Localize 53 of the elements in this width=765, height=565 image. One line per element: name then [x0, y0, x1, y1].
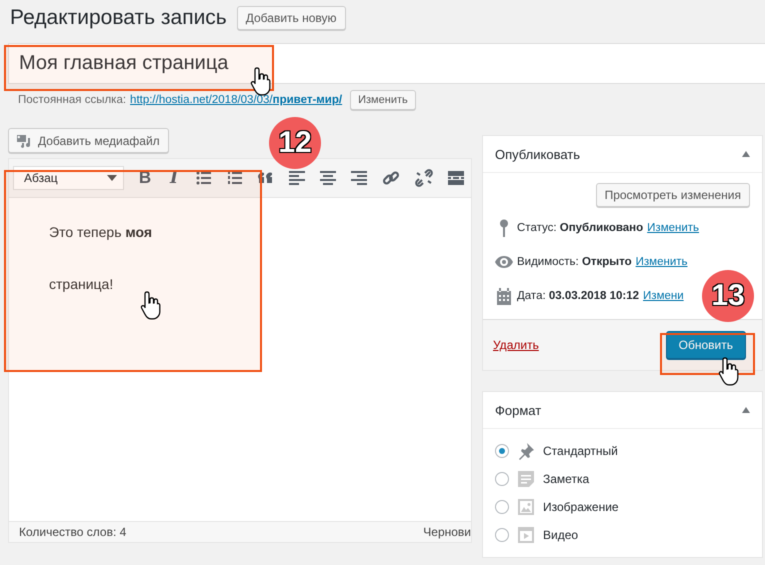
unlink-icon[interactable]: [415, 169, 433, 187]
date-text: Дата: 03.03.2018 10:12: [517, 290, 640, 302]
preview-changes-button[interactable]: Просмотреть изменения: [596, 183, 750, 207]
permalink-link[interactable]: http://hostia.net/2018/03/03/привет-мир/: [130, 94, 342, 106]
bold-button[interactable]: B: [138, 168, 152, 188]
pushpin-icon: [517, 442, 535, 460]
align-right-icon[interactable]: [351, 171, 367, 185]
title-field[interactable]: Моя главная страница: [8, 43, 765, 84]
panel-title: Формат: [495, 402, 542, 418]
image-icon: [517, 498, 535, 516]
edit-link[interactable]: Изменить: [636, 256, 688, 268]
radio-button[interactable]: [495, 500, 509, 514]
edit-link[interactable]: Изменить: [647, 222, 700, 234]
delete-link[interactable]: Удалить: [493, 338, 539, 352]
link-icon[interactable]: [382, 169, 400, 187]
eye-icon: [495, 256, 513, 268]
radio-button[interactable]: [495, 444, 509, 458]
calendar-icon: [495, 288, 513, 304]
read-more-icon[interactable]: [448, 171, 464, 185]
visibility-text: Видимость: Открыто: [517, 256, 632, 268]
quote-icon[interactable]: [258, 172, 274, 184]
edit-permalink-button[interactable]: Изменить: [350, 90, 416, 110]
align-left-icon[interactable]: [289, 171, 305, 185]
collapse-icon[interactable]: [742, 407, 750, 413]
permalink-label: Постоянная ссылка:: [18, 94, 126, 106]
page-heading: Редактировать запись: [10, 6, 227, 30]
numbered-list-icon[interactable]: [227, 171, 243, 185]
draft-status: Чернови: [423, 525, 471, 539]
format-option-label[interactable]: Стандартный: [543, 444, 618, 458]
note-icon: [517, 470, 535, 488]
radio-button[interactable]: [495, 528, 509, 542]
update-button[interactable]: Обновить: [666, 331, 746, 359]
post-content: Это теперь моя страница!: [49, 223, 154, 294]
pointer-cursor-icon: [250, 66, 272, 96]
add-media-button[interactable]: Добавить медиафайл: [8, 128, 169, 153]
format-option-label[interactable]: Заметка: [543, 472, 590, 486]
add-new-button[interactable]: Добавить новую: [236, 6, 346, 30]
paragraph-format-select[interactable]: Абзац: [13, 166, 124, 190]
format-option-label[interactable]: Видео: [543, 528, 578, 542]
media-icon: [17, 133, 33, 148]
edit-link[interactable]: Измени: [643, 290, 684, 302]
pointer-cursor-icon: [140, 290, 162, 320]
radio-button[interactable]: [495, 472, 509, 486]
video-icon: [517, 526, 535, 544]
align-center-icon[interactable]: [320, 171, 336, 185]
word-count: Количество слов: 4: [19, 525, 126, 539]
bullet-list-icon[interactable]: [196, 171, 212, 185]
panel-title: Опубликовать: [495, 146, 580, 162]
step-number-badge: 12: [269, 117, 321, 169]
collapse-icon[interactable]: [742, 151, 750, 157]
format-option-label[interactable]: Изображение: [543, 500, 619, 514]
status-text: Статус: Опубликовано: [517, 222, 644, 234]
caret-icon: [107, 175, 117, 181]
